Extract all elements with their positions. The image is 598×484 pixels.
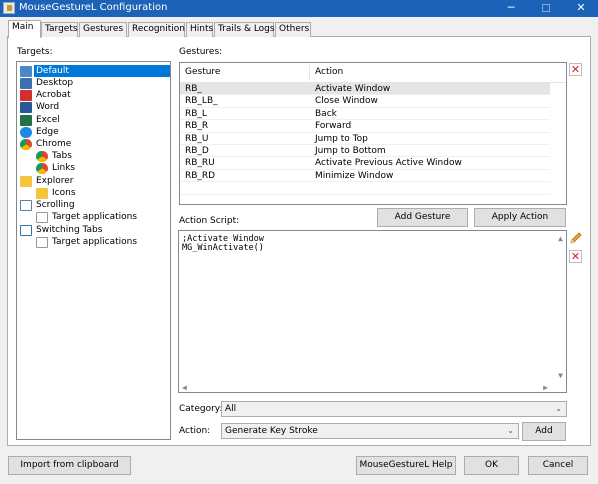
table-header: Gesture Action xyxy=(180,63,566,83)
table-row xyxy=(180,182,550,195)
chevron-down-icon: ⌄ xyxy=(555,404,562,413)
scroll-icon xyxy=(20,200,32,211)
gestures-label: Gestures: xyxy=(179,47,223,57)
tree-item-switching-tabs[interactable]: Switching Tabs xyxy=(36,224,102,236)
tab-recognition[interactable]: Recognition xyxy=(128,22,185,37)
column-header-action[interactable]: Action xyxy=(315,67,343,77)
tree-item-default[interactable]: Default xyxy=(34,65,170,77)
scroll-left-arrow[interactable]: ◀ xyxy=(182,383,187,392)
add-gesture-button[interactable]: Add Gesture xyxy=(377,208,468,227)
scroll-up-arrow[interactable]: ▲ xyxy=(558,234,563,243)
maximize-icon xyxy=(542,4,550,12)
minimize-button[interactable]: ─ xyxy=(493,0,529,17)
folder-icon xyxy=(20,176,32,187)
tree-item-scrolling[interactable]: Scrolling xyxy=(36,199,75,211)
window-title: MouseGestureL Configuration xyxy=(19,2,168,13)
category-value: All xyxy=(225,404,237,414)
apply-action-button[interactable]: Apply Action xyxy=(474,208,566,227)
add-action-button[interactable]: Add xyxy=(522,422,566,441)
pencil-icon[interactable] xyxy=(569,231,583,245)
tree-item-acrobat[interactable]: Acrobat xyxy=(36,89,71,101)
category-label: Category: xyxy=(179,404,223,414)
acrobat-icon xyxy=(20,90,32,101)
excel-icon xyxy=(20,115,32,126)
action-label: Action: xyxy=(179,426,211,436)
app-icon xyxy=(3,2,15,14)
table-row[interactable]: RB_LB_ Close Window xyxy=(180,95,550,108)
targets-tree[interactable]: Default Desktop Acrobat Word Excel Edge … xyxy=(16,61,171,440)
table-row[interactable]: RB_D Jump to Bottom xyxy=(180,145,550,158)
table-row[interactable]: RB_RU Activate Previous Active Window xyxy=(180,157,550,170)
action-script-label: Action Script: xyxy=(179,216,240,226)
delete-script-button[interactable]: ✕ xyxy=(569,250,582,263)
ok-button[interactable]: OK xyxy=(464,456,519,475)
monitor-icon xyxy=(20,66,32,77)
table-row[interactable]: RB_U Jump to Top xyxy=(180,133,550,145)
cancel-button[interactable]: Cancel xyxy=(528,456,588,475)
table-row[interactable]: RB_R Forward xyxy=(180,120,550,133)
help-button[interactable]: MouseGestureL Help xyxy=(356,456,456,475)
tree-item-tabs[interactable]: Tabs xyxy=(52,150,72,162)
action-script-editor[interactable]: ;Activate Window MG_WinActivate() ▲ ▼ ◀ … xyxy=(178,230,567,393)
title-bar: MouseGestureL Configuration ─ ✕ xyxy=(0,0,598,17)
tab-hints[interactable]: Hints xyxy=(186,22,213,37)
tab-trails-logs[interactable]: Trails & Logs xyxy=(214,22,275,37)
tree-item-links[interactable]: Links xyxy=(52,162,75,174)
action-value: Generate Key Stroke xyxy=(225,426,318,436)
tree-item-edge[interactable]: Edge xyxy=(36,126,59,138)
chevron-down-icon: ⌄ xyxy=(507,426,514,435)
gestures-table[interactable]: Gesture Action RB_ Activate Window RB_LB_… xyxy=(179,62,567,205)
action-select[interactable]: Generate Key Stroke ⌄ xyxy=(221,423,519,439)
table-row[interactable]: RB_ Activate Window xyxy=(180,83,550,96)
chrome-icon xyxy=(36,163,48,174)
targets-label: Targets: xyxy=(17,47,53,57)
script-line: MG_WinActivate() xyxy=(182,243,264,253)
delete-gesture-button[interactable]: ✕ xyxy=(569,63,582,76)
word-icon xyxy=(20,102,32,113)
tree-item-word[interactable]: Word xyxy=(36,101,59,113)
close-button[interactable]: ✕ xyxy=(563,0,598,17)
import-from-clipboard-button[interactable]: Import from clipboard xyxy=(8,456,131,475)
tree-item-excel[interactable]: Excel xyxy=(36,114,60,126)
window-icon xyxy=(20,225,32,236)
tab-main[interactable]: Main xyxy=(8,20,41,38)
tab-others[interactable]: Others xyxy=(275,22,311,37)
table-row[interactable]: RB_L Back xyxy=(180,108,550,121)
desktop-icon xyxy=(20,78,32,89)
tab-gestures[interactable]: Gestures xyxy=(79,22,127,37)
chrome-icon xyxy=(36,151,48,162)
chrome-icon xyxy=(20,139,32,150)
tree-item-desktop[interactable]: Desktop xyxy=(36,77,73,89)
target-apps-icon xyxy=(36,212,48,223)
tree-item-target-applications[interactable]: Target applications xyxy=(52,211,137,223)
category-select[interactable]: All ⌄ xyxy=(221,401,567,417)
scroll-right-arrow[interactable]: ▶ xyxy=(543,383,548,392)
folder-icon xyxy=(36,188,48,199)
tree-item-target-applications[interactable]: Target applications xyxy=(52,236,137,248)
maximize-button[interactable] xyxy=(528,0,564,17)
target-apps-icon xyxy=(36,237,48,248)
scroll-down-arrow[interactable]: ▼ xyxy=(558,371,563,380)
column-divider[interactable] xyxy=(309,65,310,81)
tree-item-icons[interactable]: Icons xyxy=(52,187,76,199)
tab-targets[interactable]: Targets xyxy=(41,22,78,37)
table-row[interactable]: RB_RD Minimize Window xyxy=(180,170,550,183)
edge-icon xyxy=(20,127,32,138)
tree-item-chrome[interactable]: Chrome xyxy=(36,138,71,150)
column-header-gesture[interactable]: Gesture xyxy=(185,67,220,77)
tree-item-explorer[interactable]: Explorer xyxy=(36,175,73,187)
